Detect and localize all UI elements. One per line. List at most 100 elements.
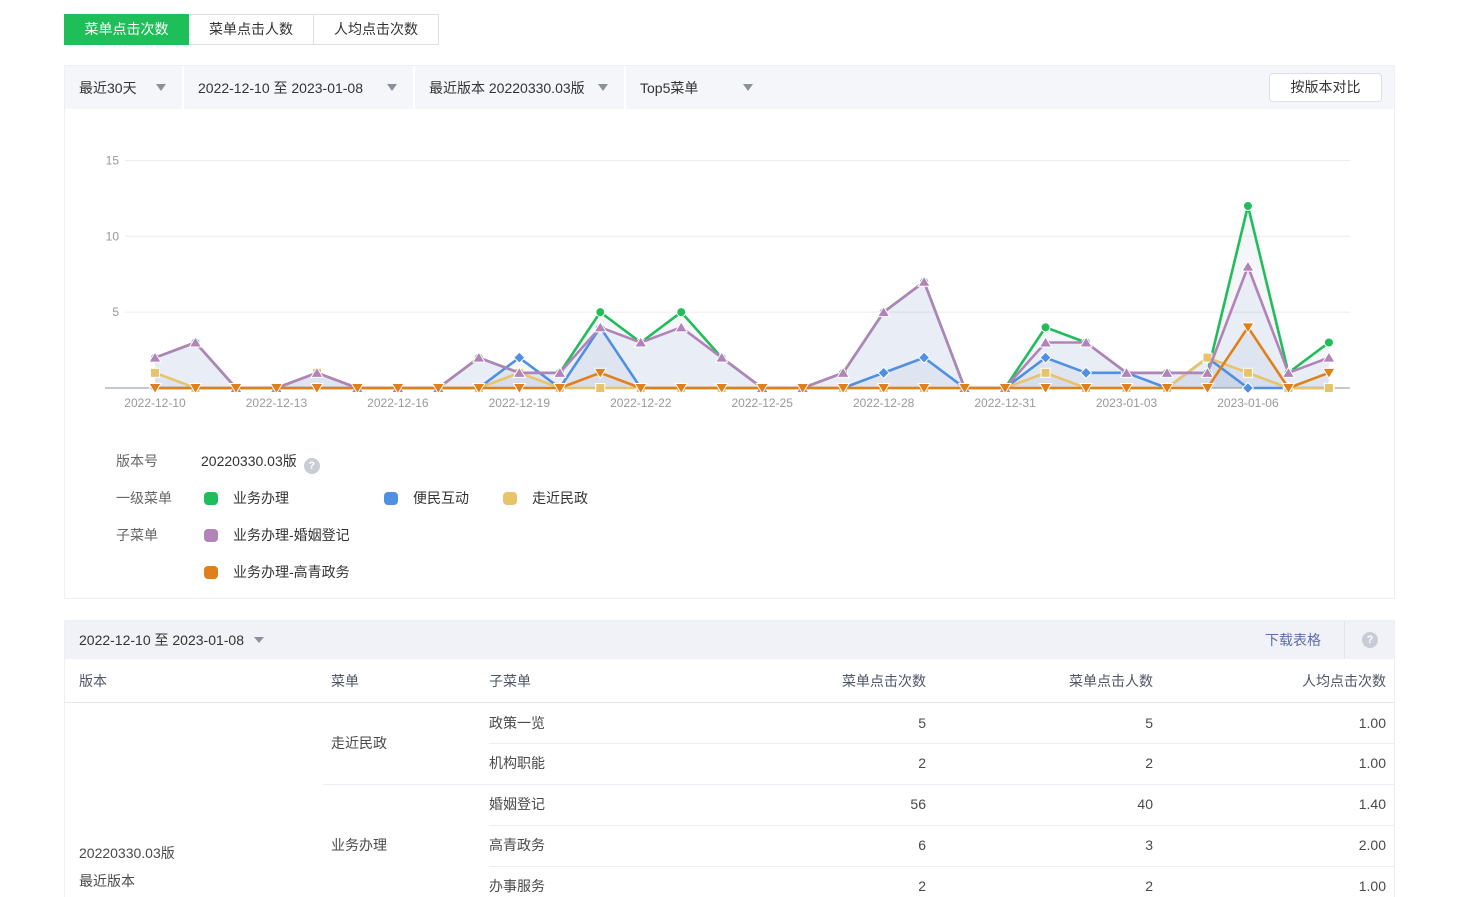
table-card: 2022-12-10 至 2023-01-08 下载表格 ? 版本 菜单 子菜单…	[64, 620, 1395, 897]
table-column-header: 版本 菜单 子菜单 菜单点击次数 菜单点击人数 人均点击次数	[65, 659, 1394, 703]
table-row-users: 5	[953, 703, 1153, 744]
svg-text:2023-01-06: 2023-01-06	[1217, 396, 1279, 410]
divider	[489, 866, 1394, 867]
legend-item-label: 业务办理-婚姻登记	[233, 526, 350, 544]
filter-bar: 最近30天 2022-12-10 至 2023-01-08 最近版本 20220…	[65, 66, 1394, 109]
divider	[489, 825, 1394, 826]
table-header-bar: 2022-12-10 至 2023-01-08 下载表格 ?	[65, 621, 1394, 659]
legend-item-label: 业务办理-高青政务	[233, 563, 350, 581]
tab-menu-users[interactable]: 菜单点击人数	[189, 14, 314, 45]
legend-version-value: 20220330.03版?	[201, 452, 320, 474]
legend-version-label: 版本号	[116, 453, 158, 469]
svg-text:5: 5	[112, 305, 119, 319]
divider	[323, 784, 1394, 785]
line-chart: 5 10 15 2022-12-10 2022-12-13 2022-12-16 2022-…	[65, 109, 1396, 429]
table-row-users: 3	[953, 825, 1153, 866]
svg-text:2022-12-13: 2022-12-13	[246, 396, 308, 410]
svg-text:2022-12-22: 2022-12-22	[610, 396, 672, 410]
table-row-clicks: 5	[726, 703, 926, 744]
series-swatch	[204, 492, 218, 505]
chevron-down-icon	[743, 84, 753, 91]
table-row-clicks: 2	[726, 743, 926, 784]
chevron-down-icon	[387, 84, 397, 91]
table-row-submenu: 办事服务	[489, 866, 545, 897]
table-row-submenu: 高青政务	[489, 825, 545, 866]
table-row-submenu: 机构职能	[489, 743, 545, 784]
col-users: 菜单点击人数	[953, 659, 1153, 703]
filter-date-range-label: 2022-12-10 至 2023-01-08	[198, 78, 363, 98]
col-version: 版本	[79, 659, 107, 703]
col-avg: 人均点击次数	[1186, 659, 1386, 703]
chart-card: 最近30天 2022-12-10 至 2023-01-08 最近版本 20220…	[64, 65, 1395, 599]
legend-primary-row: 一级菜单 业务办理 便民互动 走近民政	[116, 489, 1316, 507]
menu-group-cell: 业务办理	[331, 784, 387, 897]
tab-avg-clicks[interactable]: 人均点击次数	[314, 14, 439, 45]
chevron-down-icon	[254, 637, 264, 643]
version-cell: 20220330.03版 最近版本	[79, 839, 175, 895]
table-row-avg: 1.00	[1186, 866, 1386, 897]
chevron-down-icon	[156, 84, 166, 91]
filter-range-label: 最近30天	[79, 78, 137, 98]
table-row-clicks: 2	[726, 866, 926, 897]
col-clicks: 菜单点击次数	[726, 659, 926, 703]
tab-menu-clicks[interactable]: 菜单点击次数	[64, 14, 189, 45]
series-swatch	[204, 529, 218, 542]
svg-text:2022-12-25: 2022-12-25	[732, 396, 794, 410]
legend-item: 业务办理	[204, 489, 289, 507]
svg-text:2022-12-31: 2022-12-31	[974, 396, 1036, 410]
legend-item-label: 走近民政	[532, 489, 588, 507]
compare-by-version-button[interactable]: 按版本对比	[1269, 73, 1382, 102]
metric-tabs: 菜单点击次数 菜单点击人数 人均点击次数	[64, 14, 439, 45]
download-table-link[interactable]: 下载表格	[1265, 621, 1321, 659]
filter-top-menu-label: Top5菜单	[640, 78, 698, 98]
filter-date-range-dropdown[interactable]: 2022-12-10 至 2023-01-08	[184, 66, 413, 109]
legend-version-row: 版本号 20220330.03版?	[116, 452, 158, 470]
table-date-range-label: 2022-12-10 至 2023-01-08	[79, 630, 244, 650]
chevron-down-icon	[598, 84, 608, 91]
table-row-avg: 1.00	[1186, 743, 1386, 784]
legend-item: 业务办理-高青政务	[204, 563, 350, 581]
filter-range-dropdown[interactable]: 最近30天	[65, 66, 182, 109]
table-row-avg: 2.00	[1186, 825, 1386, 866]
legend-item: 便民互动	[384, 489, 469, 507]
divider	[489, 743, 1394, 744]
table-row-clicks: 56	[726, 784, 926, 825]
help-icon[interactable]: ?	[1362, 632, 1378, 648]
table-row-users: 40	[953, 784, 1153, 825]
legend-sub-row: 子菜单 业务办理-婚姻登记	[116, 526, 1316, 544]
legend-item: 业务办理-婚姻登记	[204, 526, 350, 544]
series-swatch	[204, 566, 218, 579]
filter-top-menu-dropdown[interactable]: Top5菜单	[626, 66, 769, 109]
legend-sub-row2: 业务办理-高青政务	[116, 563, 1316, 581]
legend-item-label: 便民互动	[413, 489, 469, 507]
svg-text:15: 15	[106, 153, 120, 167]
legend-item-label: 业务办理	[233, 489, 289, 507]
version-tag: 最近版本	[79, 867, 175, 895]
divider	[1344, 621, 1345, 659]
table-date-range-dropdown[interactable]: 2022-12-10 至 2023-01-08	[79, 630, 264, 650]
table-row-submenu: 政策一览	[489, 703, 545, 744]
series-swatch	[384, 492, 398, 505]
col-submenu: 子菜单	[489, 659, 531, 703]
table-row-users: 2	[953, 743, 1153, 784]
legend-sub-label: 子菜单	[116, 527, 158, 543]
legend-primary-label: 一级菜单	[116, 490, 172, 506]
table-row-avg: 1.00	[1186, 703, 1386, 744]
svg-text:2022-12-10: 2022-12-10	[124, 396, 186, 410]
menu-group-cell: 走近民政	[331, 703, 387, 784]
svg-text:10: 10	[106, 229, 120, 243]
table-row-clicks: 6	[726, 825, 926, 866]
svg-text:2022-12-19: 2022-12-19	[489, 396, 551, 410]
col-menu: 菜单	[331, 659, 359, 703]
help-icon[interactable]: ?	[304, 458, 320, 474]
table-row-submenu: 婚姻登记	[489, 784, 545, 825]
legend-item: 走近民政	[503, 489, 588, 507]
version-name: 20220330.03版	[79, 839, 175, 867]
filter-version-label: 最近版本 20220330.03版	[429, 78, 585, 98]
svg-text:2022-12-16: 2022-12-16	[367, 396, 429, 410]
svg-text:2022-12-28: 2022-12-28	[853, 396, 915, 410]
filter-version-dropdown[interactable]: 最近版本 20220330.03版	[415, 66, 624, 109]
svg-text:2023-01-03: 2023-01-03	[1096, 396, 1158, 410]
series-swatch	[503, 492, 517, 505]
table-row-avg: 1.40	[1186, 784, 1386, 825]
